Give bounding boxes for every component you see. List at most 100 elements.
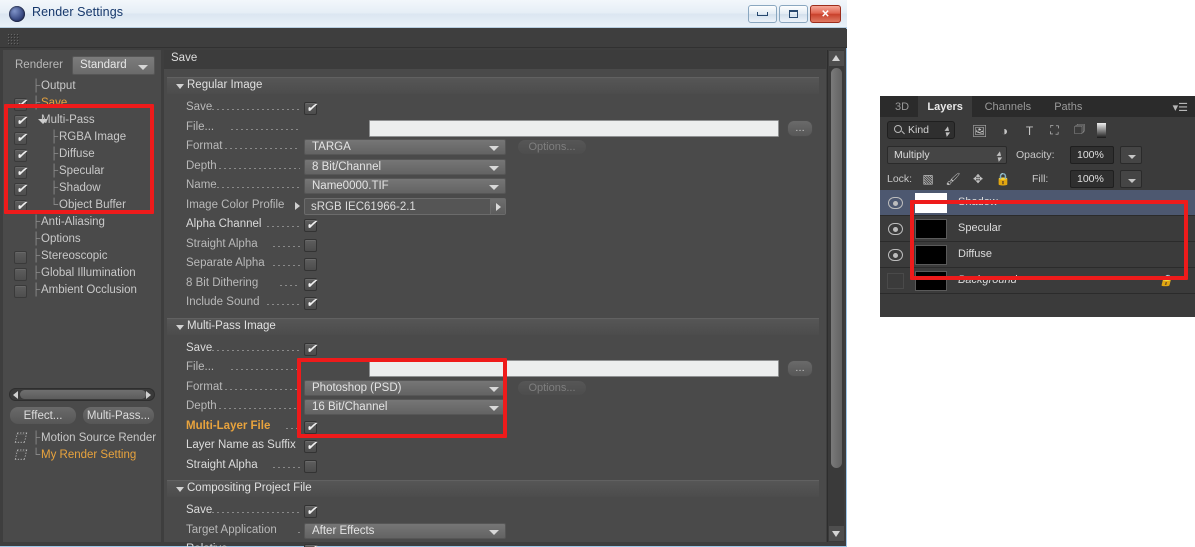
- file-path-input[interactable]: [369, 119, 779, 137]
- tree-item-checkbox[interactable]: [14, 130, 28, 145]
- setting-checkbox[interactable]: [304, 276, 318, 291]
- fill-slider-toggle[interactable]: [1120, 170, 1142, 188]
- scroll-left-icon[interactable]: [13, 391, 18, 399]
- setting-select[interactable]: 16 Bit/Channel: [304, 399, 506, 415]
- tab-paths[interactable]: Paths: [1045, 96, 1091, 117]
- profile-arrow-icon[interactable]: [490, 198, 505, 214]
- tree-item-object-buffer[interactable]: └Object Buffer: [3, 198, 161, 215]
- scroll-down-icon[interactable]: [829, 526, 844, 541]
- setting-select[interactable]: Name0000.TIF: [304, 178, 506, 194]
- setting-select[interactable]: After Effects: [304, 522, 506, 539]
- scroll-up-icon[interactable]: [829, 51, 844, 66]
- setting-checkbox[interactable]: [304, 419, 318, 434]
- setting-checkbox[interactable]: [304, 503, 318, 518]
- color-profile-field[interactable]: sRGB IEC61966-2.1: [304, 197, 506, 215]
- smart-object-filter-icon[interactable]: 🗇: [1072, 122, 1087, 138]
- effect-button[interactable]: Effect...: [9, 406, 77, 425]
- eye-icon[interactable]: [888, 223, 903, 235]
- tree-item-checkbox[interactable]: [14, 268, 27, 281]
- tree-item-shadow[interactable]: ├Shadow: [3, 181, 161, 198]
- layer-row[interactable]: Shadow: [880, 190, 1195, 216]
- layer-row[interactable]: Diffuse: [880, 242, 1195, 268]
- setting-select[interactable]: TARGA: [304, 139, 506, 155]
- tree-item-checkbox[interactable]: [14, 198, 28, 213]
- type-filter-icon[interactable]: T: [1022, 123, 1037, 138]
- eye-icon-hidden[interactable]: [887, 273, 904, 289]
- scroll-thumb[interactable]: [20, 390, 146, 399]
- renderer-select[interactable]: Standard: [72, 56, 155, 75]
- panel-menu-icon[interactable]: ▾☰: [1173, 101, 1188, 114]
- tree-item-diffuse[interactable]: ├Diffuse: [3, 147, 161, 164]
- setting-checkbox[interactable]: [304, 217, 318, 232]
- tab-channels[interactable]: Channels: [976, 96, 1040, 117]
- multipass-button[interactable]: Multi-Pass...: [82, 406, 155, 425]
- opacity-input[interactable]: 100%: [1070, 146, 1114, 164]
- render-setting-item-my-render-setting[interactable]: └My Render Setting: [3, 446, 161, 465]
- gradient-toggle-icon[interactable]: [1097, 123, 1106, 138]
- layer-row[interactable]: Specular: [880, 216, 1195, 242]
- tree-item-rgba-image[interactable]: ├RGBA Image: [3, 130, 161, 147]
- options-button[interactable]: Options...: [517, 139, 587, 155]
- adjustment-filter-icon[interactable]: ◑: [997, 123, 1012, 138]
- setting-select[interactable]: Photoshop (PSD): [304, 379, 506, 396]
- setting-checkbox[interactable]: [304, 258, 317, 271]
- scroll-thumb-vertical[interactable]: [831, 68, 842, 468]
- close-button[interactable]: ✕: [810, 5, 841, 23]
- layer-thumbnail[interactable]: [915, 271, 947, 291]
- maximize-button[interactable]: [779, 5, 808, 23]
- layer-row[interactable]: Background 🔒: [880, 268, 1195, 294]
- stepper-icon[interactable]: ▴ ▾: [944, 124, 949, 139]
- render-setting-marker-icon[interactable]: [14, 429, 26, 445]
- filter-kind-select[interactable]: Kind ▴ ▾: [887, 121, 955, 139]
- eye-icon[interactable]: [888, 197, 903, 209]
- blend-mode-select[interactable]: Multiply ▴ ▾: [887, 146, 1007, 164]
- setting-checkbox[interactable]: [304, 459, 317, 473]
- tree-item-specular[interactable]: ├Specular: [3, 164, 161, 181]
- tree-item-checkbox[interactable]: [14, 164, 28, 179]
- group-header-regular-image[interactable]: Regular Image: [167, 77, 819, 94]
- tree-horizontal-scrollbar[interactable]: [9, 388, 155, 401]
- eye-icon[interactable]: [888, 249, 903, 261]
- file-path-input[interactable]: [369, 360, 779, 377]
- render-setting-item-motion-source-render[interactable]: ├Motion Source Render: [3, 429, 161, 448]
- shape-filter-icon[interactable]: ⛶: [1047, 123, 1062, 138]
- tree-item-stereoscopic[interactable]: ├ Stereoscopic: [3, 249, 161, 266]
- render-setting-marker-icon[interactable]: [14, 446, 26, 462]
- lock-position-icon[interactable]: ✥: [970, 171, 986, 187]
- scroll-right-icon[interactable]: [146, 391, 151, 399]
- tree-item-checkbox[interactable]: [14, 96, 28, 111]
- group-header-multipass-image[interactable]: Multi-Pass Image: [167, 317, 819, 335]
- tree-item-global-illumination[interactable]: ├ Global Illumination: [3, 266, 161, 283]
- tree-item-multi-pass[interactable]: Multi-Pass: [3, 113, 161, 130]
- tree-item-anti-aliasing[interactable]: ├ Anti-Aliasing: [3, 215, 161, 232]
- collapse-triangle-icon[interactable]: [176, 84, 184, 89]
- tab-layers[interactable]: Layers: [918, 96, 972, 117]
- tree-item-checkbox[interactable]: [14, 147, 28, 162]
- lock-image-icon[interactable]: 🖌: [945, 171, 961, 187]
- fill-input[interactable]: 100%: [1070, 170, 1114, 188]
- tree-item-checkbox[interactable]: [14, 251, 27, 264]
- tree-item-ambient-occlusion[interactable]: ├ Ambient Occlusion: [3, 283, 161, 300]
- settings-vertical-scrollbar[interactable]: [827, 50, 844, 542]
- minimize-button[interactable]: [748, 5, 777, 23]
- collapse-triangle-icon[interactable]: [176, 487, 184, 492]
- tree-item-options[interactable]: ├ Options: [3, 232, 161, 249]
- opacity-slider-toggle[interactable]: [1120, 146, 1142, 164]
- layer-thumbnail[interactable]: [915, 245, 947, 265]
- browse-button[interactable]: …: [787, 119, 813, 137]
- setting-checkbox[interactable]: [304, 341, 318, 356]
- tree-item-checkbox[interactable]: [14, 113, 28, 128]
- layer-thumbnail[interactable]: [915, 219, 947, 239]
- setting-checkbox[interactable]: [304, 295, 318, 310]
- setting-checkbox[interactable]: [304, 100, 318, 115]
- drag-grip-icon[interactable]: [7, 33, 20, 45]
- layer-thumbnail[interactable]: [915, 193, 947, 213]
- image-filter-icon[interactable]: 🖼: [972, 123, 987, 138]
- group-header-compositing-project-file[interactable]: Compositing Project File: [167, 480, 819, 497]
- setting-checkbox[interactable]: [304, 238, 317, 252]
- browse-button[interactable]: …: [787, 360, 813, 377]
- lock-all-icon[interactable]: 🔒: [995, 171, 1011, 187]
- tree-item-checkbox[interactable]: [14, 285, 27, 298]
- lock-transparency-icon[interactable]: ▧: [920, 171, 936, 187]
- collapse-triangle-icon[interactable]: [176, 324, 184, 330]
